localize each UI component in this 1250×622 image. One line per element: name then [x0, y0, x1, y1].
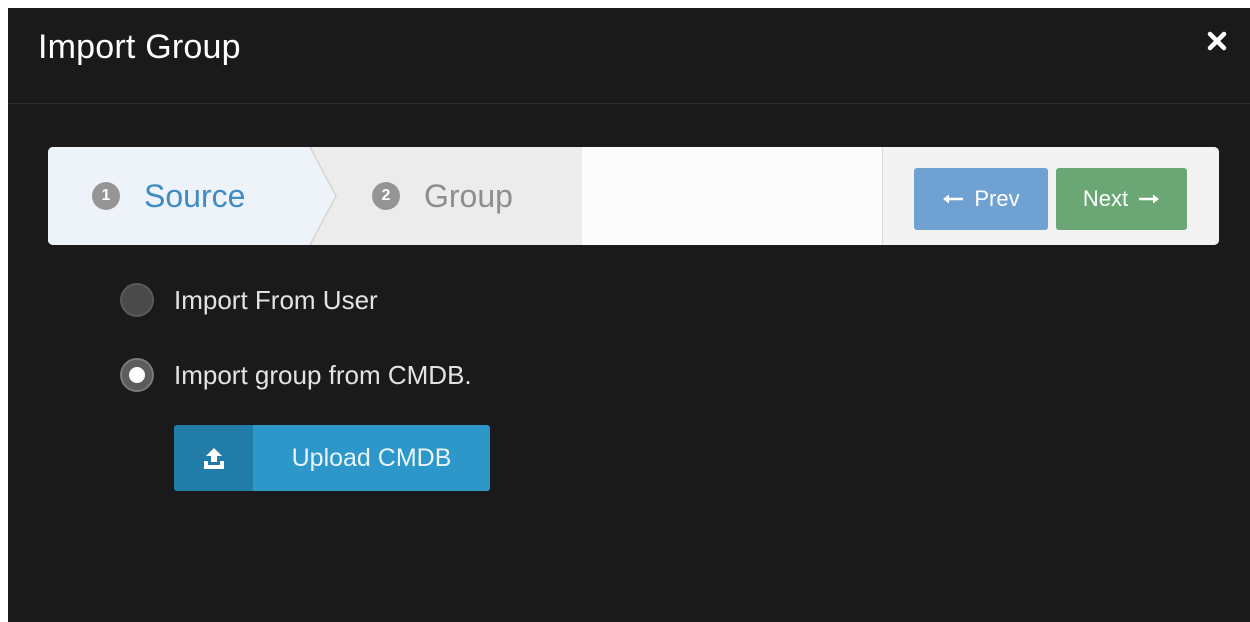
modal-header: Import Group [8, 8, 1250, 104]
modal-title: Import Group [38, 28, 241, 66]
step-chevron-separator [298, 147, 337, 245]
upload-cmdb-label: Upload CMDB [291, 443, 452, 472]
wizard-step-source[interactable]: 1 Source [48, 147, 310, 245]
close-icon [1207, 31, 1227, 51]
option-label: Import group from CMDB. [174, 359, 472, 390]
radio-selected-dot [129, 367, 145, 383]
upload-icon [203, 448, 224, 469]
wizard-steps: 1 Source 2 Group Prev Next [48, 147, 1219, 245]
next-button-label: Next [1082, 186, 1129, 211]
wizard-step-group[interactable]: 2 Group [310, 147, 582, 245]
wizard-actions: Prev Next [882, 147, 1219, 245]
upload-icon-box [174, 425, 253, 491]
radio-import-from-user[interactable] [120, 283, 154, 317]
prev-button[interactable]: Prev [914, 168, 1048, 230]
step-label: Group [424, 177, 513, 214]
step-number-badge: 1 [92, 182, 120, 210]
option-import-from-user[interactable]: Import From User [120, 283, 378, 317]
step-label: Source [144, 177, 246, 214]
upload-cmdb-button[interactable]: Upload CMDB [174, 425, 490, 491]
import-group-modal: Import Group 1 Source 2 Group Prev Next … [8, 8, 1250, 622]
close-button[interactable] [1204, 28, 1230, 54]
arrow-left-icon [943, 194, 964, 204]
step-number-badge: 2 [372, 182, 400, 210]
radio-import-from-cmdb[interactable] [120, 358, 154, 392]
option-import-from-cmdb[interactable]: Import group from CMDB. [120, 358, 472, 392]
prev-button-label: Prev [974, 186, 1020, 211]
next-button[interactable]: Next [1056, 168, 1187, 230]
arrow-right-icon [1139, 194, 1160, 204]
option-label: Import From User [174, 284, 378, 315]
